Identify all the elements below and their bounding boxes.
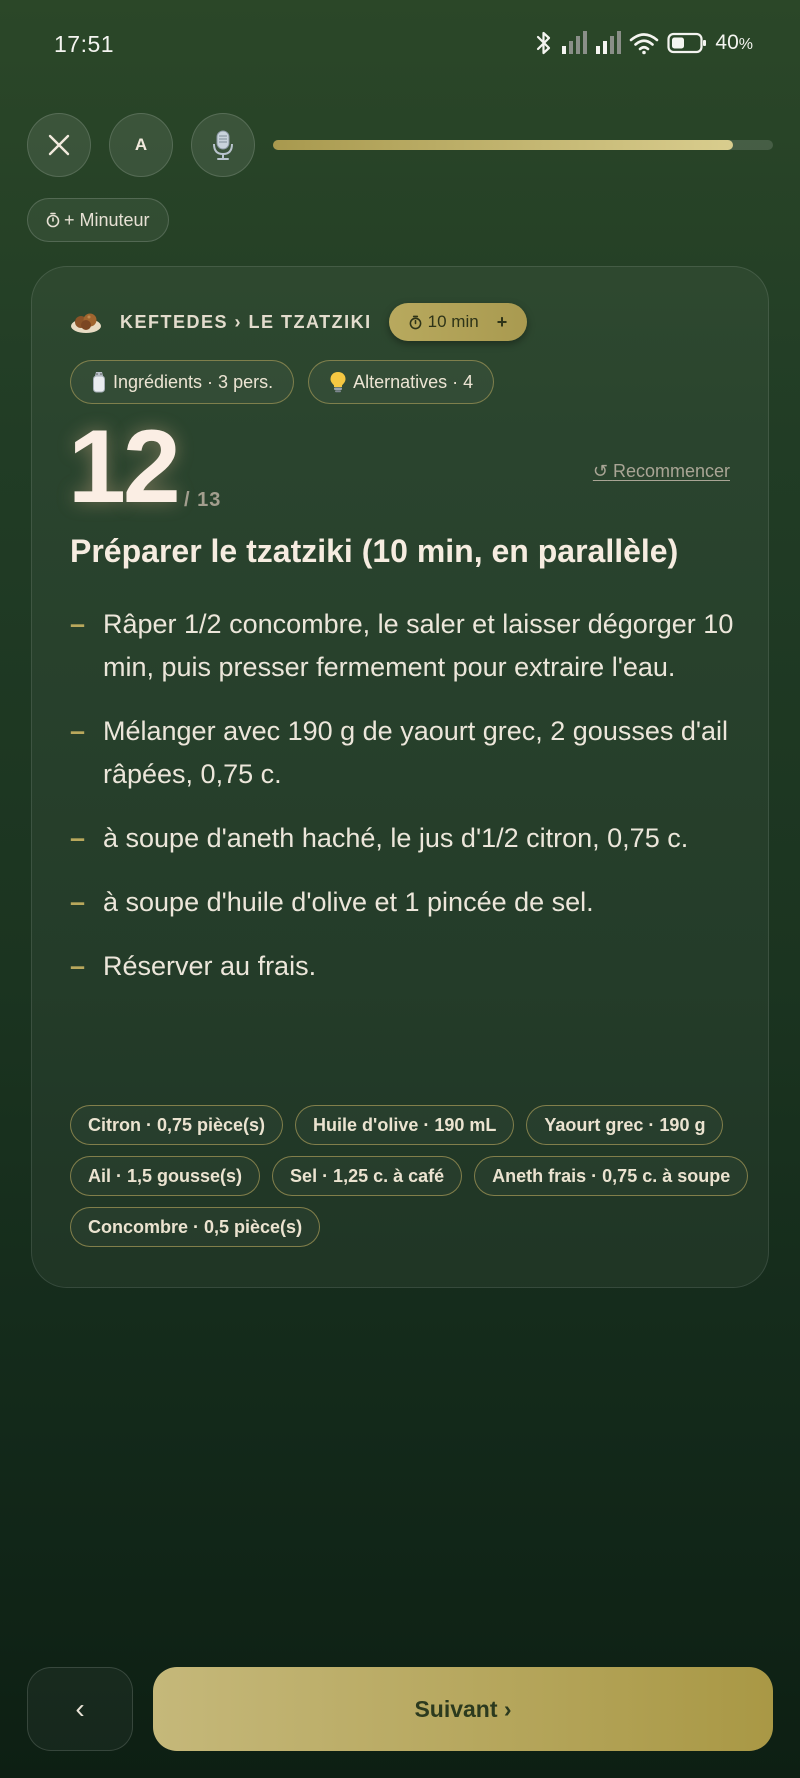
close-icon — [48, 134, 70, 156]
font-size-button[interactable]: A — [109, 113, 173, 177]
previous-step-button[interactable]: ‹ — [27, 1667, 133, 1751]
step-total: / 13 — [184, 489, 222, 511]
ingredients-chip[interactable]: Ingrédients · 3 pers. — [70, 360, 295, 404]
restart-icon: ↺ — [592, 461, 608, 481]
battery-icon — [667, 32, 707, 54]
next-step-label: Suivant › — [414, 1695, 512, 1722]
duration-label: 10 min — [427, 312, 479, 331]
ingredient-tag[interactable]: Sel · 1,25 c. à café — [272, 1156, 463, 1196]
stopwatch-icon — [409, 315, 422, 329]
ingredient-tag[interactable]: Concombre · 0,5 pièce(s) — [70, 1207, 321, 1247]
step-progress-bar — [273, 140, 773, 150]
meatball-icon — [71, 313, 101, 333]
font-size-label: A — [134, 135, 148, 154]
status-icons: 40% — [535, 30, 753, 56]
step-card: KEFTEDES › LE TZATZIKI 10 min + Ingrédie… — [31, 266, 769, 1288]
card-chips: Ingrédients · 3 pers. Alternatives · 4 — [70, 360, 495, 404]
instruction-list: – Râper 1/2 concombre, le saler et laisse… — [70, 603, 740, 1009]
bluetooth-icon — [537, 31, 551, 55]
restart-link[interactable]: ↺ Recommencer — [593, 461, 730, 482]
ingredient-tag[interactable]: Citron · 0,75 pièce(s) — [70, 1105, 284, 1145]
signal-icon — [596, 31, 622, 54]
salt-shaker-icon — [93, 372, 105, 393]
ingredients-chip-label: Ingrédients · 3 pers. — [113, 371, 274, 392]
ingredient-tag[interactable]: Yaourt grec · 190 g — [526, 1105, 724, 1145]
instruction-item: – à soupe d'huile d'olive et 1 pincée de … — [70, 887, 594, 917]
ingredient-tag[interactable]: Ail · 1,5 gousse(s) — [70, 1156, 261, 1196]
ingredient-tag[interactable]: Aneth frais · 0,75 c. à soupe — [474, 1156, 749, 1196]
close-button[interactable] — [27, 113, 91, 177]
ingredient-tags: Citron · 0,75 pièce(s) Huile d'olive · 1… — [70, 1105, 750, 1247]
signal-icon — [562, 31, 588, 54]
duration-plus: + — [496, 311, 508, 332]
status-bar: 17:51 40% — [0, 0, 800, 90]
wifi-icon — [630, 33, 659, 55]
duration-badge[interactable]: 10 min + — [388, 303, 528, 341]
microphone-icon — [213, 130, 233, 160]
ingredient-tag[interactable]: Huile d'olive · 190 mL — [295, 1105, 515, 1145]
next-step-button[interactable]: Suivant › — [153, 1667, 773, 1751]
step-progress-fill — [273, 140, 733, 150]
lightbulb-icon — [330, 372, 346, 393]
instruction-item: – Râper 1/2 concombre, le saler et laisse… — [70, 609, 734, 682]
alternatives-chip-label: Alternatives · 4 — [353, 371, 474, 392]
add-timer-button[interactable]: + Minuteur — [27, 198, 169, 242]
instruction-item: – Mélanger avec 190 g de yaourt grec, 2 g… — [70, 716, 729, 789]
breadcrumb: KEFTEDES › LE TZATZIKI — [120, 311, 372, 332]
breadcrumb-row: KEFTEDES › LE TZATZIKI 10 min + — [70, 303, 528, 341]
alternatives-chip[interactable]: Alternatives · 4 — [308, 360, 495, 404]
status-time: 17:51 — [54, 31, 115, 57]
step-title: Préparer le tzatziki (10 min, en parallè… — [70, 533, 679, 569]
microphone-button[interactable] — [191, 113, 255, 177]
battery-level: 40% — [715, 31, 753, 54]
restart-label: Recommencer — [612, 461, 730, 481]
add-timer-label: + Minuteur — [64, 209, 150, 230]
instruction-item: – Réserver au frais. — [70, 951, 317, 981]
instruction-item: – à soupe d'aneth haché, le jus d'1/2 cit… — [70, 823, 689, 853]
chevron-left-icon: ‹ — [75, 1693, 85, 1724]
step-number: 12 — [68, 409, 181, 525]
stopwatch-icon — [46, 212, 60, 228]
